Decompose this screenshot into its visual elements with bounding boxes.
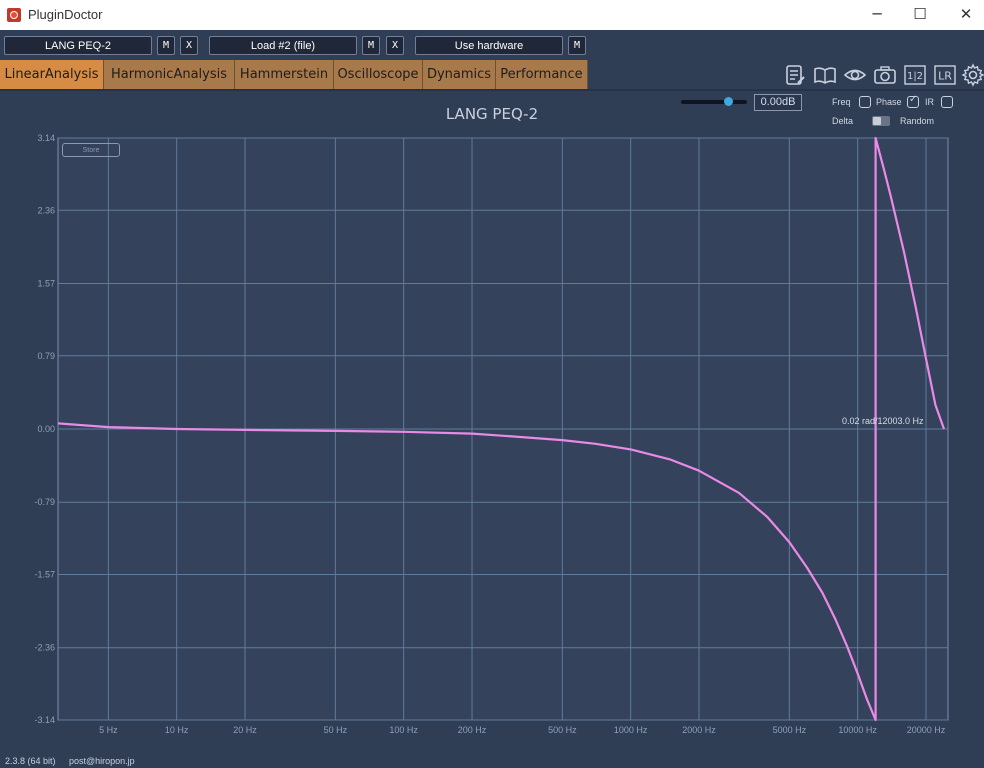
x-tick-label: 10 Hz: [165, 725, 189, 735]
x-tick-label: 50 Hz: [324, 725, 348, 735]
x-tick-label: 20000 Hz: [907, 725, 946, 735]
x-tick-label: 10000 Hz: [838, 725, 877, 735]
x-tick-label: 100 Hz: [389, 725, 418, 735]
y-tick-label: 2.36: [37, 205, 55, 215]
x-tick-label: 500 Hz: [548, 725, 577, 735]
y-tick-label: 0.79: [37, 351, 55, 361]
x-tick-label: 2000 Hz: [682, 725, 716, 735]
x-tick-label: 1000 Hz: [614, 725, 648, 735]
phase-chart[interactable]: 5 Hz 10 Hz 20 Hz 50 Hz 100 Hz 200 Hz 500 Hz 100…: [0, 0, 984, 768]
store-button[interactable]: Store: [62, 143, 120, 157]
y-tick-label: 1.57: [37, 279, 55, 289]
x-tick-label: 5 Hz: [99, 725, 118, 735]
x-tick-label: 20 Hz: [233, 725, 257, 735]
x-tick-label: 200 Hz: [458, 725, 487, 735]
y-tick-label: -3.14: [34, 715, 55, 725]
y-tick-label: 0.00: [37, 424, 55, 434]
y-tick-label: -2.36: [34, 643, 55, 653]
x-tick-label: 5000 Hz: [773, 725, 807, 735]
contact-email: post@hiropon.jp: [69, 756, 135, 766]
y-tick-label: -0.79: [34, 497, 55, 507]
version-label: 2.3.8 (64 bit): [5, 756, 56, 766]
y-tick-label: 3.14: [37, 133, 55, 143]
cursor-readout: 0.02 rad/12003.0 Hz: [842, 416, 924, 426]
y-tick-label: -1.57: [34, 570, 55, 580]
